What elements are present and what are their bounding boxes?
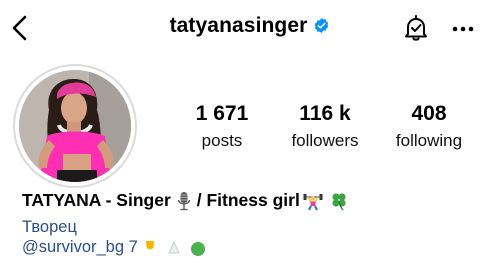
stat-posts[interactable]: 1 671 posts <box>180 102 264 152</box>
profile-username: tatyanasinger <box>169 14 308 37</box>
more-options-icon[interactable] <box>452 26 474 32</box>
following-label: following <box>395 131 463 150</box>
notifications-bell-icon[interactable] <box>402 14 430 42</box>
mention-link[interactable]: @survivor_bg 7 <box>22 238 138 257</box>
top-bar: tatyanasinger <box>0 0 500 56</box>
followers-count: 116 k <box>299 102 351 125</box>
profile-category: Творец <box>22 218 77 236</box>
followers-label: followers <box>291 131 359 150</box>
verified-badge-icon <box>315 17 329 33</box>
four-leaf-clover-emoji-icon <box>332 192 346 210</box>
posts-count: 1 671 <box>195 102 249 125</box>
profile-avatar[interactable] <box>13 64 137 188</box>
bio-name-part2: / Fitness girl <box>196 190 300 210</box>
stat-followers[interactable]: 116 k followers <box>282 102 368 152</box>
weightlifter-emoji-icon <box>303 193 323 210</box>
bio-name-part1: TATYANA - Singer <box>22 190 171 210</box>
microphone-emoji-icon <box>177 191 190 210</box>
avatar-illustration <box>19 70 131 182</box>
white-emoji-icon <box>168 240 180 253</box>
following-count: 408 <box>411 102 447 125</box>
green-emoji-icon <box>190 241 205 256</box>
posts-label: posts <box>201 131 243 150</box>
bio-display-name: TATYANA - Singer / Fitness girl <box>22 190 352 211</box>
trophy-emoji-icon <box>145 240 154 249</box>
avatar-photo <box>19 70 131 182</box>
stat-following[interactable]: 408 following <box>386 102 472 152</box>
bio-mention-line[interactable]: @survivor_bg 7 <box>22 238 210 257</box>
